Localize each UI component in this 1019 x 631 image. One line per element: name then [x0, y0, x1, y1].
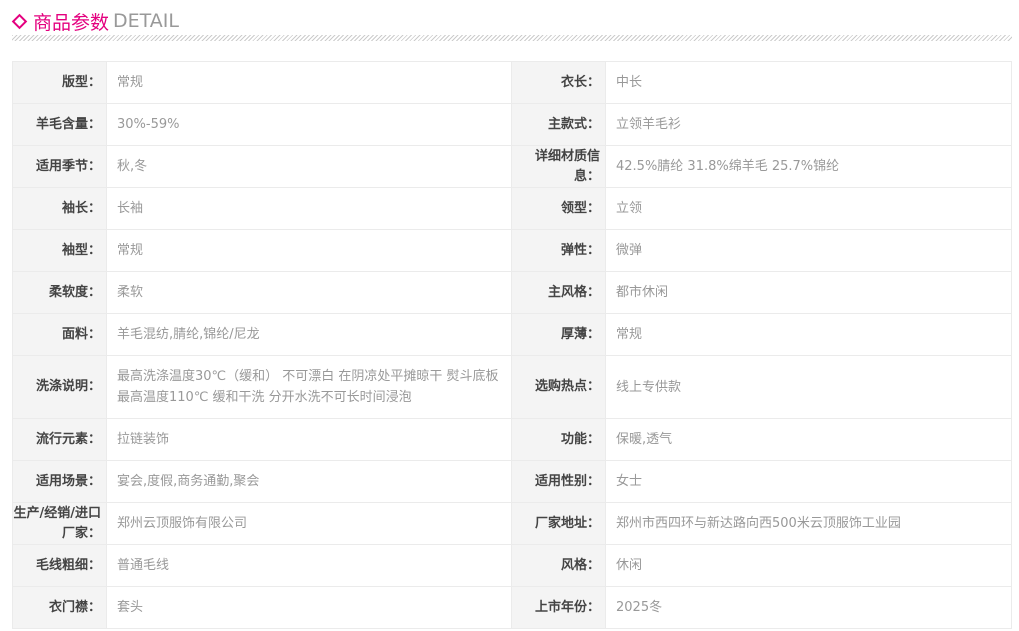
table-row: 柔软度： 柔软 主风格： 都市休闲 [12, 271, 1012, 314]
param-value: 长袖 [106, 187, 512, 230]
param-label: 适用性别： [511, 460, 606, 503]
param-label: 厚薄： [511, 313, 606, 356]
product-params-table: 版型： 常规 衣长： 中长 羊毛含量： 30%-59% 主款式： 立领羊毛衫 适用季节： 秋,冬详… [12, 61, 1012, 629]
param-label: 功能： [511, 418, 606, 461]
striped-divider [12, 35, 1012, 41]
param-label: 主款式： [511, 103, 606, 146]
param-label: 领型： [511, 187, 606, 230]
param-label: 羊毛含量： [12, 103, 107, 146]
table-row: 衣门襟： 套头 上市年份： 2025冬 [12, 586, 1012, 629]
param-value: 微弹 [605, 229, 1012, 272]
param-value: 常规 [106, 229, 512, 272]
param-value: 立领羊毛衫 [605, 103, 1012, 146]
table-row: 适用场景： 宴会,度假,商务通勤,聚会 适用性别： 女士 [12, 460, 1012, 503]
param-label: 袖长： [12, 187, 107, 230]
param-value: 保暖,透气 [605, 418, 1012, 461]
param-value: 常规 [106, 61, 512, 104]
section-title: 商品参数 [33, 11, 110, 34]
param-label: 主风格： [511, 271, 606, 314]
param-value: 郑州市西四环与新达路向西500米云顶服饰工业园 [605, 502, 1012, 545]
table-row: 生产/经销/进口厂家： 郑州云顶服饰有限公司 厂家地址： 郑州市西四环与新达路向西50… [12, 502, 1012, 545]
table-row: 洗涤说明： 最高洗涤温度30℃（缓和） 不可漂白 在阴凉处平摊晾干 熨斗底板最高温… [12, 355, 1012, 419]
diamond-icon [11, 13, 28, 29]
table-row: 毛线粗细： 普通毛线 风格： 休闲 [12, 544, 1012, 587]
param-label: 弹性： [511, 229, 606, 272]
table-row: 适用季节： 秋,冬 详细材质信息： 42.5%腈纶 31.8%绵羊毛 25.7%锦纶 [12, 145, 1012, 188]
param-value: 郑州云顶服饰有限公司 [106, 502, 512, 545]
param-label: 生产/经销/进口厂家： [12, 502, 107, 545]
table-row: 袖长： 长袖 领型： 立领 [12, 187, 1012, 230]
param-value: 休闲 [605, 544, 1012, 587]
param-value: 宴会,度假,商务通勤,聚会 [106, 460, 512, 503]
param-label: 柔软度： [12, 271, 107, 314]
param-label: 厂家地址： [511, 502, 606, 545]
param-label: 选购热点： [511, 355, 606, 419]
table-row: 羊毛含量： 30%-59% 主款式： 立领羊毛衫 [12, 103, 1012, 146]
param-value: 女士 [605, 460, 1012, 503]
param-label: 流行元素： [12, 418, 107, 461]
param-value: 中长 [605, 61, 1012, 104]
section-subtitle: DETAIL [113, 10, 179, 32]
param-label: 适用季节： [12, 145, 107, 188]
table-row: 袖型： 常规 弹性： 微弹 [12, 229, 1012, 272]
param-label: 详细材质信息： [511, 145, 606, 188]
param-label: 衣长： [511, 61, 606, 104]
param-label: 衣门襟： [12, 586, 107, 629]
section-header: 商品参数 DETAIL [11, 6, 179, 36]
param-value: 秋,冬 [106, 145, 512, 188]
table-row: 面料： 羊毛混纺,腈纶,锦纶/尼龙 厚薄： 常规 [12, 313, 1012, 356]
param-value: 套头 [106, 586, 512, 629]
param-label: 洗涤说明： [12, 355, 107, 419]
param-label: 适用场景： [12, 460, 107, 503]
param-value: 拉链装饰 [106, 418, 512, 461]
param-label: 毛线粗细： [12, 544, 107, 587]
param-value: 42.5%腈纶 31.8%绵羊毛 25.7%锦纶 [605, 145, 1012, 188]
param-value: 2025冬 [605, 586, 1012, 629]
param-value: 柔软 [106, 271, 512, 314]
param-value: 羊毛混纺,腈纶,锦纶/尼龙 [106, 313, 512, 356]
param-label: 风格： [511, 544, 606, 587]
param-value: 线上专供款 [605, 355, 1012, 419]
param-value: 立领 [605, 187, 1012, 230]
param-value: 都市休闲 [605, 271, 1012, 314]
param-label: 版型： [12, 61, 107, 104]
param-value: 30%-59% [106, 103, 512, 146]
table-row: 流行元素： 拉链装饰 功能： 保暖,透气 [12, 418, 1012, 461]
param-label: 面料： [12, 313, 107, 356]
param-value: 普通毛线 [106, 544, 512, 587]
param-value: 最高洗涤温度30℃（缓和） 不可漂白 在阴凉处平摊晾干 熨斗底板最高温度110℃… [106, 355, 512, 419]
param-label: 上市年份： [511, 586, 606, 629]
table-row: 版型： 常规 衣长： 中长 [12, 61, 1012, 104]
param-value: 常规 [605, 313, 1012, 356]
param-label: 袖型： [12, 229, 107, 272]
